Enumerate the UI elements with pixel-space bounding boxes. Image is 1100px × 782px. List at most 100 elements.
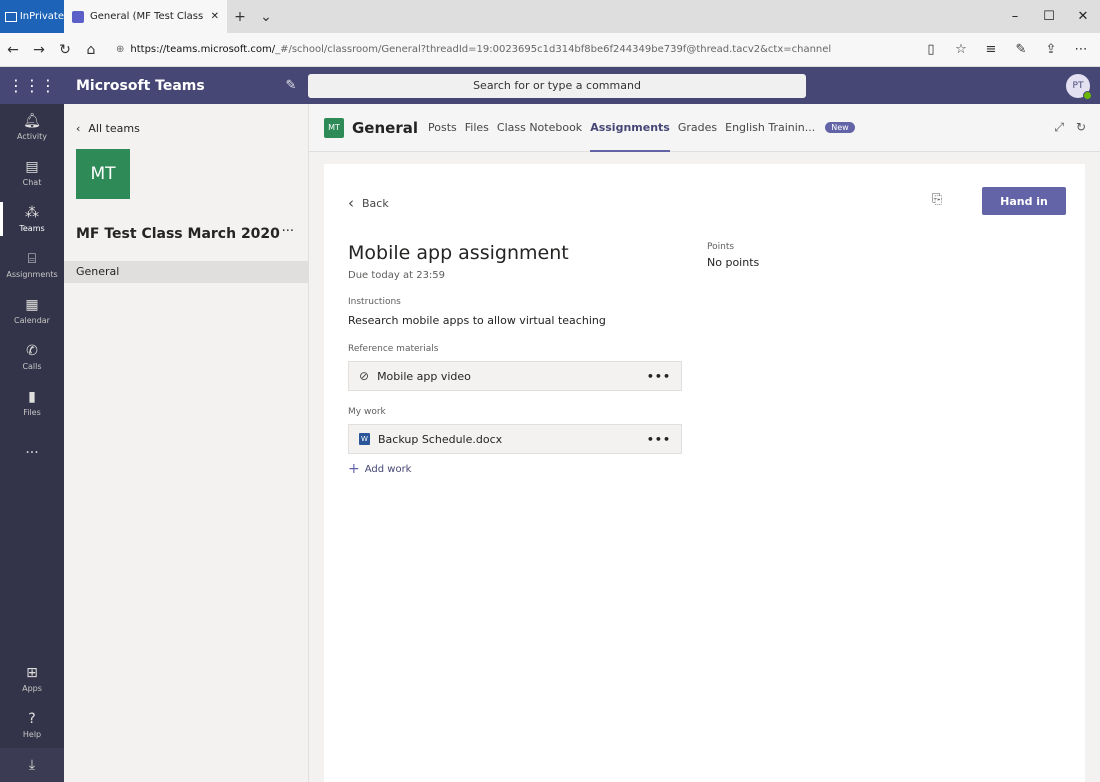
tab-files[interactable]: Files — [465, 104, 489, 152]
tab-class-notebook[interactable]: Class Notebook — [497, 104, 582, 152]
team-badge: MT — [324, 117, 344, 138]
channel-title: General — [352, 118, 418, 137]
help-icon: ? — [28, 711, 36, 727]
tab-grades[interactable]: Grades — [678, 104, 717, 152]
apps-icon: ⊞ — [26, 665, 38, 681]
app-launcher-icon[interactable]: ⋮⋮⋮ — [0, 76, 64, 95]
app-title: Microsoft Teams — [76, 77, 205, 94]
app-rail: 🔔︎ Activity ▤ Chat ⁂ Teams ⌸ Assignments ▦ Ca… — [0, 104, 64, 782]
rail-item-calendar[interactable]: ▦ Calendar — [0, 288, 64, 334]
teams-icon: ⁂ — [25, 205, 39, 221]
reference-item[interactable]: ⊘ Mobile app video ••• — [348, 361, 682, 391]
teams-header: ⋮⋮⋮ Microsoft Teams ✎ Search for or type… — [0, 67, 1100, 104]
favorite-star-icon[interactable]: ☆ — [948, 42, 974, 57]
inprivate-label: InPrivate — [19, 11, 64, 22]
points-label: Points — [707, 242, 735, 252]
maximize-icon[interactable]: ☐ — [1032, 0, 1066, 33]
phone-icon: ✆ — [26, 343, 38, 359]
download-app-icon[interactable]: ⤓ — [0, 748, 64, 782]
tab-title: General (MF Test Class I — [90, 11, 205, 22]
all-teams-link[interactable]: ‹ All teams — [76, 122, 140, 135]
rail-item-activity[interactable]: 🔔︎ Activity — [0, 104, 64, 150]
presence-available-icon — [1083, 90, 1092, 100]
rail-item-calls[interactable]: ✆ Calls — [0, 334, 64, 380]
url-field[interactable]: ⊕ https://teams.microsoft.com/_#/school/… — [112, 38, 862, 62]
more-apps-icon: ... — [25, 441, 39, 457]
instructions-label: Instructions — [348, 297, 401, 307]
calendar-icon: ▦ — [25, 297, 39, 313]
back-arrow-icon[interactable]: ← — [0, 42, 26, 58]
minimize-icon[interactable]: – — [998, 0, 1032, 33]
url-text: https://teams.microsoft.com/_#/school/cl… — [130, 44, 832, 55]
assignments-icon: ⌸ — [27, 251, 37, 267]
inprivate-indicator[interactable]: InPrivate — [0, 0, 64, 33]
rail-item-chat[interactable]: ▤ Chat — [0, 150, 64, 196]
rail-bottom: ⊞ Apps ? Help ⤓ — [0, 656, 64, 782]
new-chat-icon[interactable]: ✎ — [274, 78, 308, 93]
new-tab-button[interactable]: + — [227, 0, 253, 33]
bell-icon: 🔔︎ — [23, 113, 41, 129]
browser-address-bar: ← → ↻ ⌂ ⊕ https://teams.microsoft.com/_#… — [0, 33, 1100, 67]
browser-tab-strip: InPrivate General (MF Test Class I ✕ + ⌄… — [0, 0, 1100, 33]
avatar[interactable]: PT — [1066, 73, 1092, 100]
tab-list-chevron-icon[interactable]: ⌄ — [253, 0, 279, 33]
reading-view-icon[interactable]: ▯ — [918, 42, 944, 57]
favorites-list-icon[interactable]: ≡ — [978, 42, 1004, 57]
chevron-left-icon: ‹ — [348, 194, 354, 212]
chat-icon: ▤ — [25, 159, 39, 175]
channel-item-general[interactable]: General — [64, 261, 308, 283]
inprivate-icon — [5, 11, 17, 22]
reference-materials-label: Reference materials — [348, 344, 439, 354]
rail-item-help[interactable]: ? Help — [0, 702, 64, 748]
team-more-options-icon[interactable]: ··· — [282, 224, 294, 239]
team-name: MF Test Class March 2020 — [76, 226, 280, 242]
more-browser-icon[interactable]: ⋯ — [1068, 42, 1094, 57]
pen-icon[interactable]: ✎ — [1008, 42, 1034, 57]
refresh-icon[interactable]: ↻ — [1076, 120, 1086, 135]
rail-item-assignments[interactable]: ⌸ Assignments — [0, 242, 64, 288]
instructions-text: Research mobile apps to allow virtual te… — [348, 314, 606, 327]
reference-more-options-icon[interactable]: ••• — [647, 370, 671, 383]
back-button[interactable]: ‹ Back — [348, 194, 389, 212]
header-actions: ⤢ ↻ — [1054, 120, 1100, 135]
home-icon[interactable]: ⌂ — [78, 42, 104, 58]
forward-arrow-icon[interactable]: → — [26, 42, 52, 58]
link-icon: ⊘ — [359, 369, 370, 383]
work-item[interactable]: W Backup Schedule.docx ••• — [348, 424, 682, 454]
tab-posts[interactable]: Posts — [428, 104, 457, 152]
channel-header: MT General Posts Files Class Notebook As… — [309, 104, 1100, 152]
close-window-icon[interactable]: ✕ — [1066, 0, 1100, 33]
tab-english-training[interactable]: English Trainin... — [725, 104, 815, 152]
work-item-label: Backup Schedule.docx — [378, 432, 503, 446]
assignment-title: Mobile app assignment — [348, 242, 569, 264]
chevron-left-icon: ‹ — [76, 122, 81, 135]
refresh-icon[interactable]: ↻ — [52, 42, 78, 58]
teams-favicon-icon — [72, 10, 84, 23]
hand-in-button[interactable]: Hand in — [982, 187, 1066, 215]
add-work-button[interactable]: + Add work — [348, 461, 411, 477]
browser-toolbar-icons: ▯ ☆ ≡ ✎ ⇪ ⋯ — [918, 42, 1100, 57]
window-controls: – ☐ ✕ — [998, 0, 1100, 33]
my-work-label: My work — [348, 407, 386, 417]
due-date: Due today at 23:59 — [348, 270, 446, 281]
work-more-options-icon[interactable]: ••• — [647, 433, 671, 446]
close-tab-icon[interactable]: ✕ — [211, 11, 219, 22]
tab-assignments[interactable]: Assignments — [590, 104, 670, 152]
expand-icon[interactable]: ⤢ — [1054, 120, 1064, 135]
word-doc-icon: W — [359, 433, 370, 445]
rail-item-apps[interactable]: ⊞ Apps — [0, 656, 64, 702]
share-icon[interactable]: ⇪ — [1038, 42, 1064, 57]
files-icon: ▮ — [28, 389, 36, 405]
search-input[interactable]: Search for or type a command — [308, 73, 806, 98]
browser-tab[interactable]: General (MF Test Class I ✕ — [64, 0, 227, 33]
points-value: No points — [707, 256, 760, 269]
immersive-reader-icon[interactable]: ⎘ — [932, 192, 942, 207]
rail-item-teams[interactable]: ⁂ Teams — [0, 196, 64, 242]
rail-more-button[interactable]: ... — [0, 426, 64, 472]
assignment-card: ‹ Back ⎘ Hand in Mobile app assignment D… — [324, 164, 1085, 782]
plus-icon: + — [348, 461, 360, 477]
globe-icon: ⊕ — [116, 44, 125, 55]
rail-item-files[interactable]: ▮ Files — [0, 380, 64, 426]
new-badge: New — [825, 122, 855, 133]
team-avatar: MT — [76, 149, 130, 199]
